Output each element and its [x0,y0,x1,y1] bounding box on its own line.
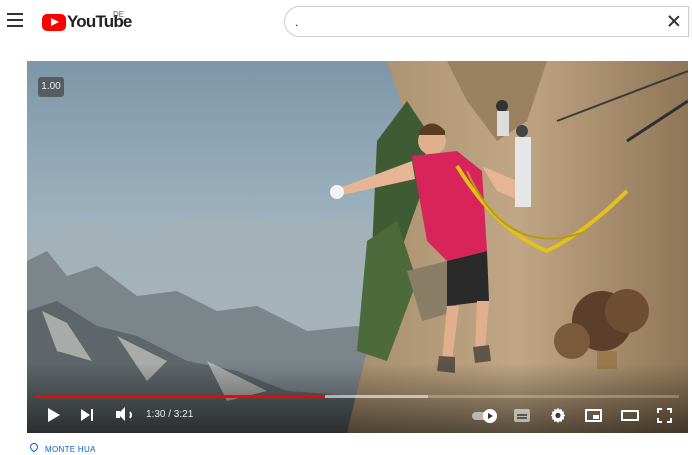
next-icon[interactable] [81,408,95,422]
subtitles-icon[interactable] [514,409,530,422]
fullscreen-icon[interactable] [657,408,672,423]
time-display: 1:30 / 3:21 [146,409,194,420]
playback-speed-badge: 1.00 [38,77,64,97]
top-bar: YouTube DE [0,0,692,44]
play-icon[interactable] [47,407,61,423]
video-player[interactable]: 1.00 1:30 / 3:21 [27,61,688,433]
youtube-logo-icon [42,13,66,31]
autoplay-toggle-icon[interactable] [472,409,498,423]
location-label[interactable]: MONTE HUA [45,445,96,454]
search-box [284,6,692,37]
search-button-edge[interactable] [688,6,692,37]
miniplayer-icon[interactable] [585,409,602,422]
location-pin-icon [28,441,40,453]
region-code: DE [113,10,125,19]
search-input[interactable] [295,13,655,31]
progress-bar[interactable] [36,395,679,398]
theater-icon[interactable] [621,410,639,421]
location-link[interactable]: MONTE HUA [28,441,96,455]
progress-played [36,395,326,398]
settings-icon[interactable] [550,407,566,423]
menu-icon[interactable] [7,13,23,27]
clear-icon[interactable] [668,15,680,27]
volume-icon[interactable] [116,407,134,423]
